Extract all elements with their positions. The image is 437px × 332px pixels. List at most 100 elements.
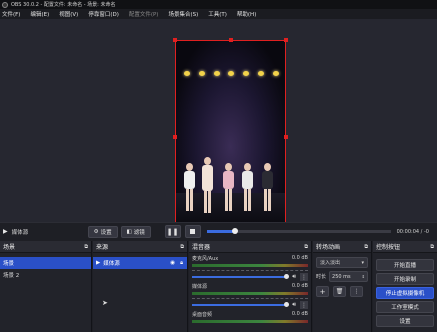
sources-dock-title: 来源 ⧉ [93, 241, 187, 253]
volume-meter [192, 320, 308, 323]
mixer-title: 混音器 [192, 244, 211, 251]
media-seek-slider[interactable] [206, 228, 391, 234]
scene-item-label: 场景 2 [3, 273, 20, 279]
menu-view[interactable]: 视图(V) [59, 10, 78, 18]
speaker-icon[interactable]: 🔊︎ [292, 301, 296, 309]
chevron-down-icon: ▾ [361, 259, 364, 266]
pause-button[interactable]: ❚❚ [164, 225, 181, 238]
trash-icon: 🗑︎ [335, 288, 344, 295]
studio-mode-button[interactable]: 工作室模式 [376, 301, 434, 313]
source-item[interactable]: ▶ 媒体源 ◉ 🔒︎ [93, 257, 187, 269]
mouse-cursor-icon: ➤ [102, 299, 108, 307]
scene-transitions-dock: 转场动画 ⧉ 淡入淡出 ▾ 时长 250 ms ⇕ + 🗑︎ ⋮ [313, 241, 372, 332]
volume-meter [192, 264, 308, 267]
source-settings-button[interactable]: ⚙ 设置 [87, 225, 118, 238]
audio-mixer-dock: 混音器 ⧉ 麦克风/Aux 0.0 dB 🔊︎ ⋮ 媒体源 0.0 dB 🔊︎ … [189, 241, 312, 332]
eye-icon[interactable]: ◉ [170, 260, 175, 267]
speaker-icon[interactable]: 🔊︎ [292, 273, 296, 281]
add-transition-button[interactable]: + [316, 286, 329, 297]
controls-dock-title: 控制按钮 ⧉ [373, 241, 437, 253]
transitions-title: 转场动画 [316, 244, 341, 251]
stage-lights [184, 71, 279, 79]
resize-handle[interactable] [173, 38, 177, 42]
volume-scale [192, 268, 308, 271]
current-source-label: 媒体源 [11, 229, 29, 236]
dock-options-icon[interactable]: ⧉ [304, 244, 308, 250]
mixer-channel-db: 0.0 dB [291, 255, 308, 261]
scenes-dock-title: 场景 ⧉ [0, 241, 91, 253]
start-recording-button[interactable]: 开始录制 [376, 273, 434, 285]
source-toolbar: ▶ 媒体源 ⚙ 设置 ◧ 滤镜 ❚❚ 00:00:04 / -0 [0, 222, 437, 240]
media-seek-thumb[interactable] [231, 228, 238, 234]
title-bar: OBS 30.0.2 - 配置文件: 未命名 - 场景: 未命名 [0, 0, 437, 9]
dock-options-icon[interactable]: ⧉ [180, 244, 184, 250]
menu-file[interactable]: 文件(F) [2, 10, 20, 18]
stop-icon [190, 229, 196, 234]
dock-options-icon[interactable]: ⧉ [364, 244, 368, 250]
window-title: OBS 30.0.2 - 配置文件: 未命名 - 场景: 未命名 [11, 2, 116, 8]
resize-handle[interactable] [284, 38, 288, 42]
scene-item[interactable]: 场景 2 [0, 269, 91, 281]
spin-arrows-icon: ⇕ [361, 274, 365, 279]
volume-meter [192, 292, 308, 295]
dancer [200, 156, 215, 213]
dock-options-icon[interactable]: ⧉ [84, 244, 88, 250]
resize-handle[interactable] [229, 38, 233, 42]
remove-transition-button[interactable]: 🗑︎ [333, 286, 346, 297]
preview-area[interactable] [0, 19, 437, 236]
filter-icon: ◧ [126, 228, 132, 235]
resize-handle[interactable] [284, 135, 288, 139]
source-filters-button[interactable]: ◧ 滤镜 [120, 225, 151, 238]
transitions-dock-title: 转场动画 ⧉ [313, 241, 371, 253]
settings-button[interactable]: 设置 [376, 315, 434, 327]
duration-value: 250 ms [332, 273, 351, 280]
transition-properties-button[interactable]: ⋮ [350, 286, 363, 297]
mixer-channel-db: 0.0 dB [291, 311, 308, 317]
gear-icon: ⚙ [93, 228, 99, 235]
source-item-label: 媒体源 [103, 261, 120, 267]
media-time-display: 00:00:04 / -0 [396, 228, 429, 235]
play-indicator-icon: ▶ [3, 228, 8, 235]
mixer-channel: 麦克风/Aux 0.0 dB 🔊︎ ⋮ [189, 253, 311, 281]
mixer-channel-name: 麦克风/Aux [192, 256, 219, 262]
video-canvas[interactable] [175, 40, 286, 234]
duration-input[interactable]: 250 ms ⇕ [329, 271, 368, 282]
kebab-menu-icon[interactable]: ⋮ [300, 301, 308, 309]
duration-label: 时长 [316, 274, 327, 280]
plus-icon: + [319, 287, 326, 296]
dancer [182, 162, 197, 211]
resize-handle[interactable] [173, 135, 177, 139]
sources-dock: 来源 ⧉ ▶ 媒体源 ◉ 🔒︎ ➤ [93, 241, 188, 332]
transition-type-value: 淡入淡出 [320, 260, 341, 266]
kebab-menu-icon[interactable]: ⋮ [300, 273, 308, 281]
transition-type-select[interactable]: 淡入淡出 ▾ [316, 257, 368, 268]
scenes-title: 场景 [3, 244, 16, 251]
volume-scale [192, 296, 308, 299]
pause-icon: ❚❚ [166, 227, 179, 236]
dancer [240, 162, 255, 211]
mixer-channel: 媒体源 0.0 dB 🔊︎ ⋮ [189, 281, 311, 309]
menu-scene-collection[interactable]: 场景集合(S) [168, 10, 198, 18]
start-streaming-button[interactable]: 开始直播 [376, 259, 434, 271]
dock-options-icon[interactable]: ⧉ [430, 244, 434, 250]
source-filters-label: 滤镜 [133, 229, 145, 236]
media-source-icon: ▶ [96, 260, 101, 266]
volume-slider[interactable] [192, 274, 290, 279]
kebab-menu-icon: ⋮ [353, 288, 360, 295]
menu-profile[interactable]: 配置文件(P) [129, 10, 159, 18]
menu-docks[interactable]: 停靠窗口(D) [88, 10, 119, 18]
controls-title: 控制按钮 [376, 244, 401, 251]
stop-button[interactable] [184, 225, 201, 238]
mixer-channel-db: 0.0 dB [291, 283, 308, 289]
controls-dock: 控制按钮 ⧉ 开始直播 开始录制 停止虚拟摄像机 工作室模式 设置 [373, 241, 437, 332]
dancer [221, 162, 236, 211]
volume-slider[interactable] [192, 302, 290, 307]
scene-item[interactable]: 场景 [0, 257, 91, 269]
media-seek-progress [206, 230, 235, 233]
menu-edit[interactable]: 编辑(E) [30, 10, 49, 18]
menu-tools[interactable]: 工具(T) [208, 10, 227, 18]
scene-item-label: 场景 [3, 261, 15, 267]
lock-icon[interactable]: 🔒︎ [180, 260, 183, 267]
stop-virtual-camera-button[interactable]: 停止虚拟摄像机 [376, 287, 434, 299]
menu-help[interactable]: 帮助(H) [237, 10, 256, 18]
